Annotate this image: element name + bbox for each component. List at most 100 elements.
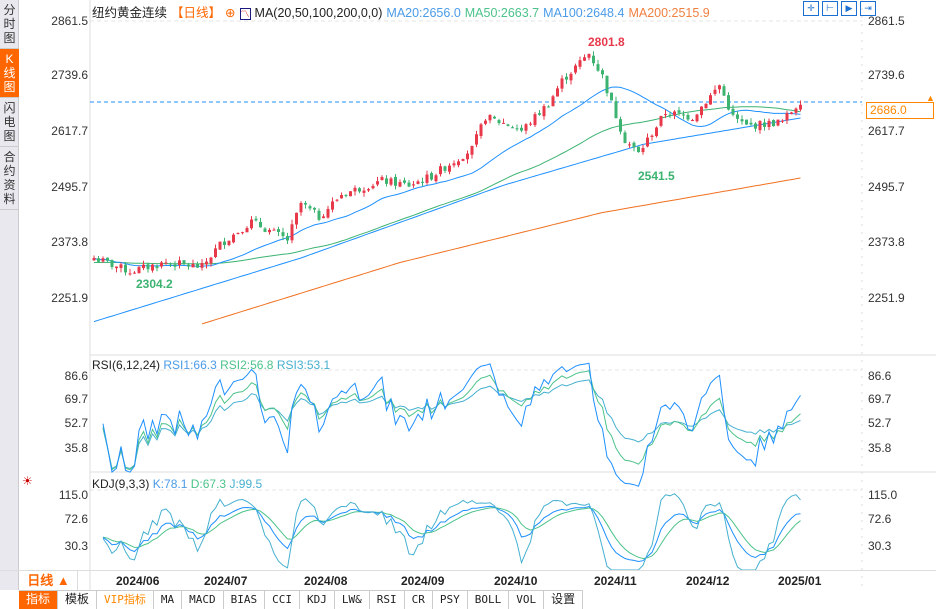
candle bbox=[722, 86, 726, 96]
candle bbox=[169, 263, 172, 265]
candle bbox=[412, 184, 415, 186]
toolbar-indicators[interactable]: 指标 bbox=[19, 591, 59, 609]
date-tick: 2025/01 bbox=[778, 574, 822, 588]
toolbar-kdj[interactable]: KDJ bbox=[300, 591, 335, 609]
price-tick-right: 2251.9 bbox=[868, 291, 905, 305]
candle bbox=[124, 264, 127, 273]
candle bbox=[592, 55, 595, 64]
crosshair-icon[interactable]: ⊕ bbox=[225, 6, 235, 20]
candle bbox=[538, 113, 541, 115]
candle bbox=[403, 180, 406, 183]
candle bbox=[772, 120, 775, 127]
candle bbox=[101, 258, 105, 262]
sun-settings-icon[interactable]: ☀ bbox=[22, 474, 33, 488]
candle bbox=[173, 264, 177, 267]
ma20-line bbox=[93, 86, 801, 267]
candle bbox=[380, 177, 384, 181]
rsi3-value: RSI3:53.1 bbox=[276, 358, 331, 372]
toolbar-lwr[interactable]: LW& bbox=[335, 591, 370, 609]
candle bbox=[457, 161, 460, 166]
candle bbox=[196, 263, 199, 268]
rsi2-value: RSI2:56.8 bbox=[220, 358, 274, 372]
crosshair-tool-icon[interactable]: ✛ bbox=[803, 1, 819, 16]
zoom-range-icon[interactable]: ⊢ bbox=[822, 1, 838, 16]
candle bbox=[160, 262, 163, 267]
period-button[interactable]: 日线 ▲ bbox=[20, 571, 78, 591]
price-tick-right: 2861.5 bbox=[868, 14, 905, 28]
low-annotation: 2541.5 bbox=[638, 169, 675, 183]
candle bbox=[439, 166, 442, 175]
candle bbox=[596, 64, 600, 71]
candle bbox=[740, 119, 744, 122]
period-label: 【日线】 bbox=[171, 6, 222, 20]
toolbar-rsi[interactable]: RSI bbox=[370, 591, 405, 609]
toolbar-cci[interactable]: CCI bbox=[265, 591, 301, 609]
candle bbox=[587, 53, 591, 58]
toolbar-macd[interactable]: MACD bbox=[182, 591, 224, 609]
candle bbox=[794, 108, 798, 113]
candle bbox=[718, 85, 721, 90]
candle bbox=[632, 142, 636, 148]
indicator-chart-icon[interactable]: 〽 bbox=[239, 8, 251, 20]
kdj-label: KDJ(9,3,3) bbox=[92, 477, 150, 491]
chart-canvas[interactable] bbox=[0, 0, 936, 590]
toolbar-template[interactable]: 模板 bbox=[58, 591, 98, 609]
candle bbox=[785, 113, 789, 121]
candle bbox=[434, 175, 438, 182]
price-tick: 2495.7 bbox=[51, 180, 88, 194]
candle bbox=[376, 181, 379, 185]
candle bbox=[695, 114, 699, 122]
toolbar-vol[interactable]: VOL bbox=[509, 591, 545, 609]
candle bbox=[497, 120, 501, 124]
candle bbox=[362, 190, 366, 193]
candle bbox=[493, 116, 496, 119]
price-tick: 2617.7 bbox=[51, 124, 88, 138]
toolbar-cr[interactable]: CR bbox=[405, 591, 433, 609]
kdj-header: KDJ(9,3,3) K:78.1 D:67.3 J:99.5 bbox=[92, 477, 262, 491]
k-line bbox=[102, 505, 801, 563]
candle bbox=[308, 206, 312, 209]
toolbar-vip[interactable]: VIP指标 bbox=[97, 591, 154, 609]
price-tick: 2861.5 bbox=[51, 14, 88, 28]
candle bbox=[353, 187, 357, 192]
candle bbox=[641, 148, 645, 153]
date-tick: 2024/07 bbox=[204, 574, 248, 588]
rsi-tick-right: 86.6 bbox=[868, 369, 892, 383]
toolbar-boll[interactable]: BOLL bbox=[468, 591, 510, 609]
candle bbox=[259, 221, 262, 228]
candle bbox=[677, 110, 681, 113]
candle bbox=[727, 95, 730, 110]
candle bbox=[614, 101, 618, 119]
candle bbox=[637, 146, 640, 153]
candle bbox=[331, 201, 334, 210]
play-icon[interactable]: ▶ bbox=[841, 1, 857, 16]
candle bbox=[731, 108, 735, 115]
ma-label: MA(20,50,100,200,0,0) bbox=[254, 6, 383, 20]
ma200-value: MA200:2515.9 bbox=[628, 6, 710, 20]
candle bbox=[322, 216, 325, 219]
ma200-line bbox=[201, 177, 801, 325]
kdj-tick: 115.0 bbox=[58, 488, 88, 502]
price-tick: 2373.8 bbox=[51, 235, 88, 249]
candle bbox=[250, 219, 253, 229]
toolbar-settings[interactable]: 设置 bbox=[544, 591, 584, 609]
candle bbox=[758, 121, 762, 131]
candle bbox=[506, 124, 510, 126]
toolbar-ma[interactable]: MA bbox=[154, 591, 183, 609]
rsi2-line bbox=[102, 370, 801, 471]
candle bbox=[488, 114, 492, 121]
rsi-tick: 69.7 bbox=[64, 392, 88, 406]
price-tick-right: 2373.8 bbox=[868, 235, 905, 249]
toolbar-psy[interactable]: PSY bbox=[433, 591, 468, 609]
candle bbox=[736, 114, 739, 119]
date-tick: 2024/06 bbox=[116, 574, 160, 588]
candle bbox=[313, 207, 316, 210]
low-annotation: 2304.2 bbox=[136, 277, 173, 291]
k-value: K:78.1 bbox=[152, 477, 188, 491]
candle bbox=[416, 181, 420, 184]
price-tick: 2251.9 bbox=[51, 291, 88, 305]
toolbar-bias[interactable]: BIAS bbox=[224, 591, 266, 609]
candle bbox=[754, 123, 757, 129]
price-tick: 2739.6 bbox=[51, 68, 88, 82]
candle bbox=[601, 70, 604, 75]
